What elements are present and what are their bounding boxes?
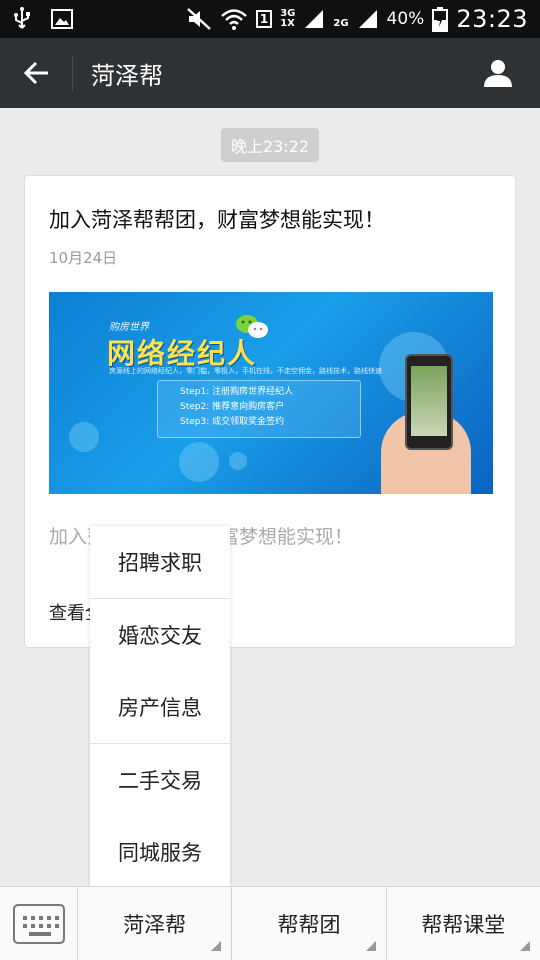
signal-strength-2g-icon xyxy=(357,0,379,38)
tab-label: 菏泽帮 xyxy=(123,913,187,937)
network-2g-label: 2G xyxy=(333,18,349,29)
status-bar: 1 3G 1X 2G 40% 23:23 xyxy=(0,0,540,38)
page-title: 菏泽帮 xyxy=(91,61,163,90)
menu-item-local-services[interactable]: 同城服务 xyxy=(90,816,230,888)
article-date: 10月24日 xyxy=(49,249,118,267)
tab-bangbang-classroom[interactable]: 帮帮课堂 xyxy=(387,887,540,960)
mute-icon xyxy=(186,0,212,38)
usb-icon xyxy=(12,0,32,38)
submenu-indicator-icon xyxy=(519,941,530,951)
title-divider xyxy=(72,55,73,91)
article-cover-image: 购房世界 网络经纪人 房源线上的网络经纪人，零门槛，零投入，手机在线，不走空佣金… xyxy=(49,292,493,494)
cover-step: Step2: 推荐意向购房客户 xyxy=(180,402,285,412)
cover-bubble xyxy=(229,452,247,470)
phone-image xyxy=(405,354,453,450)
battery-percent: 40% xyxy=(386,9,425,29)
menu-item-dating[interactable]: 婚恋交友 xyxy=(90,599,230,671)
phone-screen xyxy=(411,366,447,436)
back-arrow-icon xyxy=(23,61,48,85)
wifi-icon xyxy=(220,0,248,38)
signal-strength-icon xyxy=(303,0,325,38)
tab-hezebang[interactable]: 菏泽帮 xyxy=(78,887,233,960)
image-icon xyxy=(50,0,74,38)
title-bar: 菏泽帮 xyxy=(0,38,540,108)
popup-menu: 招聘求职 婚恋交友 房产信息 二手交易 同城服务 xyxy=(90,526,230,886)
clock: 23:23 xyxy=(456,5,528,33)
menu-item-real-estate[interactable]: 房产信息 xyxy=(90,671,230,743)
menu-item-second-hand[interactable]: 二手交易 xyxy=(90,744,230,816)
cover-steps-box: Step1: 注册购房世界经纪人 Step2: 推荐意向购房客户 Step3: … xyxy=(157,380,361,438)
cover-bubble xyxy=(69,422,99,452)
battery-charging-icon xyxy=(432,0,449,38)
tab-label: 帮帮课堂 xyxy=(421,913,506,937)
message-timestamp: 晚上23:22 xyxy=(220,128,320,162)
bottom-menu-bar: 菏泽帮 帮帮团 帮帮课堂 xyxy=(0,886,540,960)
person-icon xyxy=(484,60,512,87)
network-1x-label: 1X xyxy=(280,18,295,29)
cover-step: Step1: 注册购房世界经纪人 xyxy=(180,387,294,397)
tab-label: 帮帮团 xyxy=(277,913,341,937)
keyboard-toggle-button[interactable] xyxy=(0,887,78,960)
submenu-indicator-icon xyxy=(211,941,222,951)
menu-item-jobs[interactable]: 招聘求职 xyxy=(90,526,230,598)
cover-step: Step3: 成交领取奖金签约 xyxy=(180,417,285,427)
cover-bubble xyxy=(179,442,219,482)
sim-slot-indicator: 1 xyxy=(255,10,273,28)
article-title: 加入菏泽帮帮团，财富梦想能实现！ xyxy=(49,208,385,232)
cover-subline: 房源线上的网络经纪人，零门槛，零投入，手机在线，不走空佣金，路线技术，路线快速 xyxy=(109,367,382,375)
cover-brand: 购房世界 xyxy=(109,322,149,333)
keyboard-icon xyxy=(12,904,65,944)
tab-bangbangtuan[interactable]: 帮帮团 xyxy=(232,887,387,960)
profile-button[interactable] xyxy=(456,38,540,108)
network-3g-1x-indicator: 3G 1X xyxy=(280,9,295,29)
back-button[interactable] xyxy=(0,38,72,108)
submenu-indicator-icon xyxy=(365,941,376,951)
